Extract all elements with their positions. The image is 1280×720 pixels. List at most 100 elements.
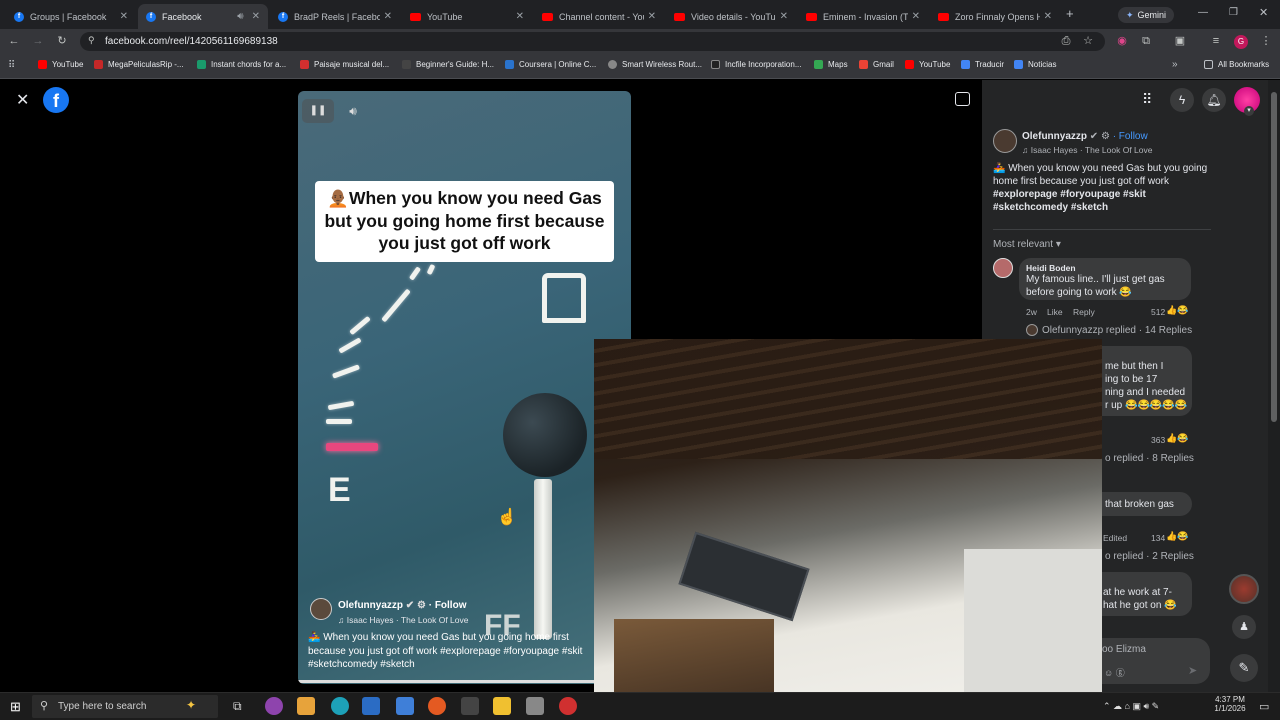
reload-icon[interactable]: ↻	[54, 29, 70, 54]
pause-icon[interactable]: ❚❚	[302, 99, 334, 123]
bookmark-smart-wireless[interactable]: Smart Wireless Rout...	[608, 60, 702, 69]
address-bar[interactable]: ⚲ facebook.com/reel/1420561169689138	[80, 32, 1105, 51]
tab-search-icon[interactable]: ≡	[1208, 29, 1224, 54]
forward-icon[interactable]: →	[30, 29, 46, 54]
progress-bar[interactable]	[298, 680, 631, 683]
reel-video[interactable]: ❚❚ 🔊︎ E FF Olefunnyazzp ✔ ⚙ · Follow ♫ I…	[298, 91, 631, 684]
close-tab-icon[interactable]: ✕	[912, 11, 920, 22]
close-tab-icon[interactable]: ✕	[384, 11, 392, 22]
view-replies-link[interactable]: Olefunnyazzp replied · 14 Replies	[1042, 324, 1192, 337]
view-replies-link[interactable]: o replied · 8 Replies	[1105, 452, 1194, 465]
author-avatar[interactable]	[310, 598, 332, 620]
reaction-count[interactable]: 134	[1151, 532, 1165, 545]
maximize-button[interactable]: ❐	[1229, 7, 1238, 18]
volume-icon[interactable]: 🔊︎	[338, 99, 368, 123]
new-message-icon[interactable]: ✎	[1230, 654, 1258, 682]
tab-channel-content[interactable]: Channel content - YouT ✕	[534, 4, 664, 29]
close-window-button[interactable]: ✕	[1259, 6, 1268, 19]
comment-like-button[interactable]: Like	[1047, 306, 1063, 319]
view-replies-link[interactable]: o replied · 2 Replies	[1105, 550, 1194, 563]
bookmark-maps[interactable]: Maps	[814, 60, 848, 69]
tab-groups-facebook[interactable]: f Groups | Facebook ✕	[6, 4, 136, 29]
expand-panel-icon[interactable]	[955, 92, 970, 106]
reel-song[interactable]: ♫ Isaac Hayes · The Look Of Love	[338, 615, 468, 625]
contacts-icon[interactable]: ♟	[1232, 615, 1256, 639]
reaction-count[interactable]: 512	[1151, 306, 1165, 319]
tab-zoro[interactable]: Zoro Finnaly Opens Hi ✕	[930, 4, 1060, 29]
all-bookmarks-folder[interactable]: All Bookmarks	[1204, 60, 1269, 69]
close-tab-icon[interactable]: ✕	[1044, 11, 1052, 22]
bookmark-traducir[interactable]: Traducir	[961, 60, 1004, 69]
scrollbar-thumb[interactable]	[1271, 92, 1277, 422]
tab-eminem-invasion[interactable]: Eminem - Invasion (Th ✕	[798, 4, 928, 29]
app-icon-window[interactable]	[461, 697, 479, 715]
messenger-icon[interactable]: ϟ	[1170, 88, 1194, 112]
close-reel-icon[interactable]: ✕	[16, 90, 29, 110]
side-hashtags-2[interactable]: #sketchcomedy #sketch	[993, 201, 1108, 214]
reaction-count[interactable]: 363	[1151, 434, 1165, 447]
close-tab-icon[interactable]: ✕	[516, 11, 524, 22]
app-icon-blue[interactable]	[396, 697, 414, 715]
side-follow-button[interactable]: · Follow	[1113, 131, 1148, 142]
emoji-icon[interactable]: ☺ ⓖ	[1104, 666, 1125, 679]
apps-grid-icon[interactable]: ⠿	[8, 60, 15, 71]
facebook-logo[interactable]: f	[43, 87, 69, 113]
bookmark-instant-chords[interactable]: Instant chords for a...	[197, 60, 286, 69]
install-app-icon[interactable]: ⎙	[1058, 29, 1074, 54]
gemini-button[interactable]: ✦ Gemini	[1118, 7, 1175, 23]
taskbar-clock[interactable]: 4:37 PM 1/1/2026	[1208, 695, 1252, 713]
file-explorer-icon[interactable]	[493, 697, 511, 715]
close-tab-icon[interactable]: ✕	[120, 11, 128, 22]
contact-avatar[interactable]	[1229, 574, 1259, 604]
bookmark-star-icon[interactable]: ☆	[1080, 29, 1096, 54]
tab-youtube[interactable]: YouTube ✕	[402, 4, 532, 29]
chrome-menu-icon[interactable]: ⋮	[1258, 29, 1274, 54]
bookmark-incfile[interactable]: Incfile Incorporation...	[711, 60, 801, 69]
send-icon[interactable]: ➤	[1188, 664, 1197, 677]
chrome-icon[interactable]	[559, 697, 577, 715]
task-view-icon[interactable]: ⧉	[233, 699, 242, 714]
bookmark-gmail[interactable]: Gmail	[859, 60, 894, 69]
bookmark-youtube[interactable]: YouTube	[38, 60, 83, 69]
menu-grid-icon[interactable]: ⠿	[1142, 91, 1152, 108]
back-icon[interactable]: ←	[6, 29, 22, 54]
side-panel-icon[interactable]: ▣	[1172, 29, 1188, 54]
extensions-puzzle-icon[interactable]: ⧉	[1138, 29, 1154, 54]
bookmark-beginners-guide[interactable]: Beginner's Guide: H...	[402, 60, 494, 69]
bookmark-noticias[interactable]: Noticias	[1014, 60, 1056, 69]
app-icon-media[interactable]	[297, 697, 315, 715]
tab-bradp-reels[interactable]: f BradP Reels | Facebook ✕	[270, 4, 400, 29]
system-tray-icons[interactable]: ⌃ ☁ ⌂ ▣ 🔊︎ ✎	[1103, 701, 1159, 712]
side-hashtags-1[interactable]: #explorepage #foryoupage #skit	[993, 188, 1146, 201]
side-author-avatar[interactable]	[993, 129, 1017, 153]
app-icon-orange[interactable]	[428, 697, 446, 715]
tab-facebook[interactable]: f Facebook 🔊︎ ✕	[138, 4, 268, 29]
comment-reply-button[interactable]: Reply	[1073, 306, 1095, 319]
commenter-avatar[interactable]	[993, 258, 1013, 278]
site-info-icon[interactable]: ⚲	[88, 35, 95, 46]
app-icon-gray[interactable]	[526, 697, 544, 715]
tab-video-details[interactable]: Video details - YouTub ✕	[666, 4, 796, 29]
chevron-down-icon[interactable]: ▾	[1244, 106, 1254, 116]
speaker-icon[interactable]: 🔊︎	[237, 11, 243, 22]
profile-avatar[interactable]: G	[1234, 35, 1248, 49]
sort-dropdown[interactable]: Most relevant ▾	[993, 238, 1061, 251]
bookmark-megapeliculas[interactable]: MegaPeliculasRip -...	[94, 60, 184, 69]
close-tab-icon[interactable]: ✕	[252, 11, 260, 22]
close-tab-icon[interactable]: ✕	[648, 11, 656, 22]
bookmark-coursera[interactable]: Coursera | Online C...	[505, 60, 596, 69]
minimize-button[interactable]: —	[1198, 7, 1208, 18]
app-icon-monitor[interactable]	[362, 697, 380, 715]
reel-follow-button[interactable]: Follow	[435, 600, 467, 611]
notification-center-icon[interactable]: ▭	[1259, 700, 1269, 713]
bookmarks-overflow-icon[interactable]: »	[1172, 59, 1178, 70]
close-tab-icon[interactable]: ✕	[780, 11, 788, 22]
side-song[interactable]: ♫ Isaac Hayes · The Look Of Love	[1022, 144, 1152, 157]
windows-start-icon[interactable]: ⊞	[10, 699, 21, 715]
extension-icon[interactable]: ◉	[1114, 29, 1130, 54]
notifications-icon[interactable]: 🔔︎	[1202, 88, 1226, 112]
side-author[interactable]: Olefunnyazzp ✔ ⚙ · Follow	[1022, 130, 1148, 143]
edge-icon[interactable]	[331, 697, 349, 715]
page-scrollbar[interactable]	[1268, 80, 1280, 692]
reel-author[interactable]: Olefunnyazzp ✔ ⚙ · Follow	[338, 600, 466, 611]
